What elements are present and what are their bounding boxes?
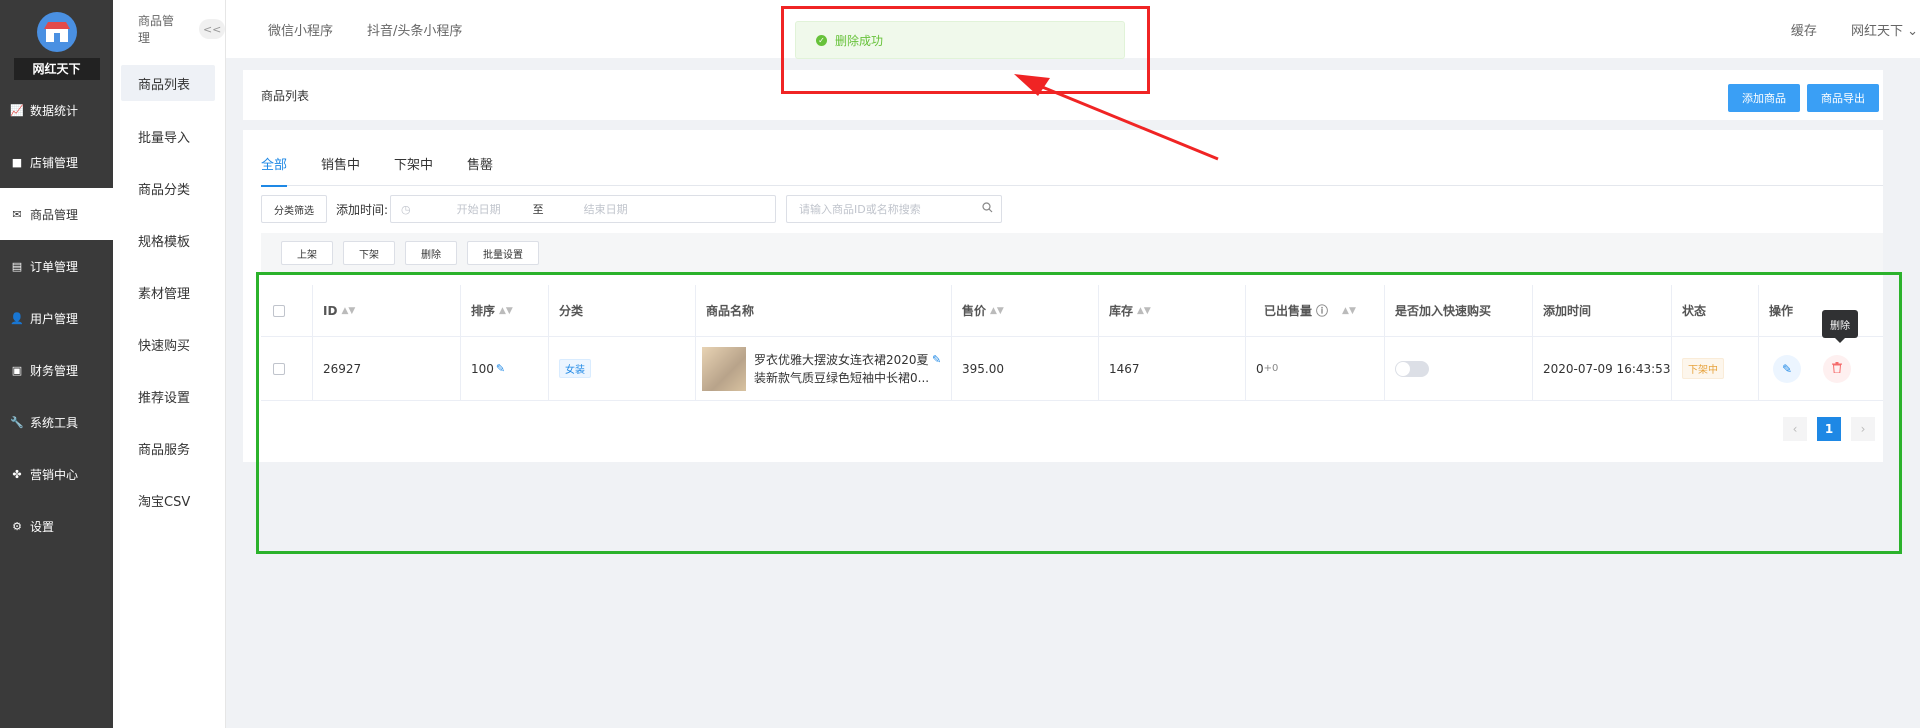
sidebar-item-marketing[interactable]: ✤ 营销中心 [0,448,113,500]
date-range-picker[interactable]: ◷ 开始日期 至 结束日期 [390,195,777,223]
list-on-shelf-button[interactable]: 上架 [281,241,333,265]
submenu-item-services[interactable]: 商品服务 [113,422,225,474]
status-tabs: 全部 销售中 下架中 售罄 [261,156,1883,187]
add-goods-button[interactable]: 添加商品 [1728,84,1800,112]
search-input[interactable]: 请输入商品ID或名称搜索 [786,195,1003,223]
order-icon: ▤ [11,259,23,273]
submenu-item-quick-buy[interactable]: 快速购买 [113,318,225,370]
top-right-actions: 缓存 网红天下 ⌄ [1791,0,1920,58]
sidebar-item-label: 财务管理 [30,363,79,378]
tab-douyin-miniprogram[interactable]: 抖音/头条小程序 [367,20,462,39]
submenu-header: 商品管理 << [113,0,225,58]
marketing-icon: ✤ [12,467,22,481]
page-title: 商品列表 [261,88,310,103]
clock-icon: ◷ [401,202,411,216]
chart-icon: 📈 [10,103,24,117]
start-date-input[interactable]: 开始日期 [457,201,501,217]
tab-off-shelf[interactable]: 下架中 [394,156,433,186]
sidebar-item-goods[interactable]: ✉ 商品管理 [0,188,113,240]
sidebar-item-settings[interactable]: ⚙ 设置 [0,500,113,552]
brand: 网红天下 [0,0,113,84]
submenu-item-batch-import[interactable]: 批量导入 [113,110,225,162]
sidebar-item-users[interactable]: 👤 用户管理 [0,292,113,344]
time-filter-label: 添加时间: [336,202,389,217]
sidebar-item-tools[interactable]: 🔧 系统工具 [0,396,113,448]
submenu-item-recommend[interactable]: 推荐设置 [113,370,225,422]
user-menu[interactable]: 网红天下 ⌄ [1851,20,1918,39]
tab-sold-out[interactable]: 售罄 [467,156,493,186]
sidebar-item-shop[interactable]: ■ 店铺管理 [0,136,113,188]
collapse-menu-button[interactable]: << [199,19,225,39]
submenu-item-materials[interactable]: 素材管理 [113,266,225,318]
sidebar-item-orders[interactable]: ▤ 订单管理 [0,240,113,292]
submenu-item-category[interactable]: 商品分类 [113,162,225,214]
range-separator: 至 [532,203,544,216]
annotation-green-box [256,272,1902,554]
sidebar-item-label: 用户管理 [30,311,79,326]
sidebar-item-label: 商品管理 [30,207,79,222]
sidebar-item-label: 设置 [30,519,55,534]
take-off-shelf-button[interactable]: 下架 [343,241,395,265]
sidebar-item-label: 订单管理 [30,259,79,274]
batch-settings-button[interactable]: 批量设置 [467,241,539,265]
submenu-item-taobao-csv[interactable]: 淘宝CSV [113,474,225,526]
delete-button[interactable]: 删除 [405,241,457,265]
main-sidebar: 网红天下 📈 数据统计 ■ 店铺管理 ✉ 商品管理 ▤ 订单管理 👤 用户管理 … [0,0,113,728]
category-filter-button[interactable]: 分类筛选 [261,195,327,223]
shop-logo-icon [36,12,77,52]
cache-link[interactable]: 缓存 [1791,20,1817,39]
wrench-icon: 🔧 [10,415,24,429]
goods-icon: ✉ [12,207,22,221]
user-icon: 👤 [10,311,24,325]
end-date-input[interactable]: 结束日期 [584,201,628,217]
tab-on-sale[interactable]: 销售中 [321,156,360,186]
sidebar-item-label: 营销中心 [30,467,79,482]
secondary-menu: 商品管理 << 商品列表 批量导入 商品分类 规格模板 素材管理 快速购买 推荐… [113,0,226,728]
filter-row: 分类筛选 添加时间: ◷ 开始日期 至 结束日期 请输入商品ID或名称搜索 [261,195,1003,223]
sidebar-item-label: 数据统计 [30,103,79,118]
sidebar-item-label: 店铺管理 [30,155,79,170]
sidebar-item-stats[interactable]: 📈 数据统计 [0,84,113,136]
export-goods-button[interactable]: 商品导出 [1807,84,1879,112]
sidebar-item-finance[interactable]: ▣ 财务管理 [0,344,113,396]
search-icon[interactable] [982,202,993,216]
submenu-title: 商品管理 [138,14,175,45]
tab-all[interactable]: 全部 [261,156,288,187]
shop-icon: ■ [11,155,23,169]
user-name: 网红天下 [1850,23,1903,39]
search-placeholder: 请输入商品ID或名称搜索 [799,203,921,216]
batch-action-bar: 上架 下架 删除 批量设置 [261,233,1883,273]
finance-icon: ▣ [11,363,23,377]
tab-wechat-miniprogram[interactable]: 微信小程序 [268,20,333,39]
chevron-down-icon: ⌄ [1907,23,1918,39]
brand-name: 网红天下 [13,58,100,80]
annotation-red-box [781,6,1150,94]
sidebar-item-label: 系统工具 [30,415,79,430]
submenu-item-goods-list[interactable]: 商品列表 [121,65,215,101]
submenu-item-spec-template[interactable]: 规格模板 [113,214,225,266]
gear-icon: ⚙ [12,519,22,533]
